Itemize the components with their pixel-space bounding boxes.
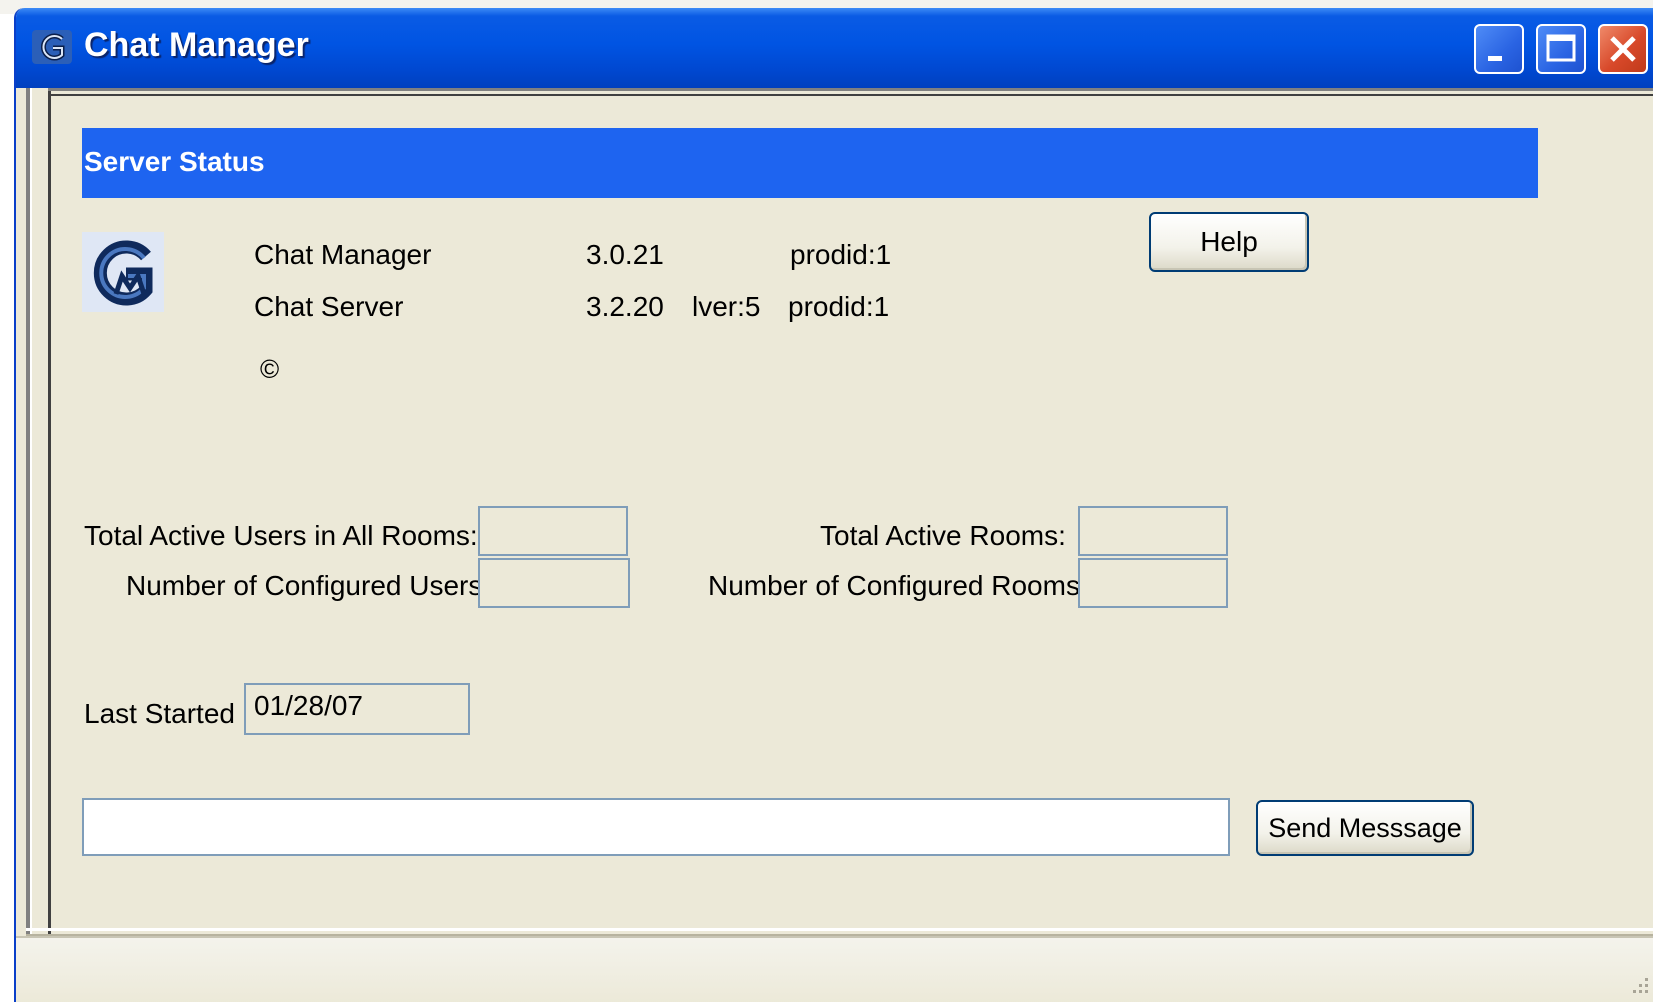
server-status-header: Server Status bbox=[82, 128, 1538, 198]
minimize-button[interactable] bbox=[1474, 24, 1524, 74]
product-name-chat-manager: Chat Manager bbox=[254, 239, 432, 270]
close-button[interactable] bbox=[1598, 24, 1648, 74]
frame-border-top bbox=[48, 88, 1653, 96]
product-prodid-chat-server: prodid:1 bbox=[788, 291, 890, 322]
configured-rooms-label: Number of Configured Rooms: bbox=[708, 570, 1088, 601]
resize-grip-icon[interactable] bbox=[1623, 972, 1651, 1000]
last-started-label: Last Started bbox=[84, 698, 235, 729]
configured-users-label: Number of Configured Users: bbox=[126, 570, 491, 601]
message-input[interactable] bbox=[82, 798, 1230, 856]
product-version-chat-server: 3.2.20 bbox=[586, 291, 664, 322]
chat-manager-window: Chat Manager Server Status Chat Manager … bbox=[14, 8, 1653, 1002]
chat-manager-logo-icon bbox=[32, 30, 72, 64]
frame-border-bottom bbox=[26, 928, 1653, 936]
configured-rooms-field[interactable] bbox=[1078, 558, 1228, 608]
status-bar bbox=[16, 936, 1653, 1002]
frame-border-left bbox=[26, 88, 51, 936]
product-lver-chat-server: lver:5 bbox=[692, 291, 761, 322]
configured-users-field[interactable] bbox=[478, 558, 630, 608]
product-logo-icon bbox=[82, 232, 164, 312]
server-status-title: Server Status bbox=[84, 146, 265, 177]
maximize-button[interactable] bbox=[1536, 24, 1586, 74]
total-active-rooms-label: Total Active Rooms: bbox=[820, 520, 1066, 551]
close-icon bbox=[1610, 36, 1636, 62]
title-bar[interactable]: Chat Manager bbox=[16, 8, 1653, 88]
total-active-users-field[interactable] bbox=[478, 506, 628, 556]
window-title: Chat Manager bbox=[84, 26, 309, 64]
product-version-chat-manager: 3.0.21 bbox=[586, 239, 664, 270]
total-active-users-label: Total Active Users in All Rooms: bbox=[84, 520, 478, 551]
minimize-icon bbox=[1488, 56, 1502, 61]
copyright-symbol: © bbox=[260, 354, 280, 384]
client-area: Server Status Chat Manager 3.0.21 prodid… bbox=[26, 88, 1653, 936]
maximize-icon bbox=[1546, 34, 1576, 62]
send-message-button[interactable]: Send Messsage bbox=[1256, 800, 1474, 856]
total-active-rooms-field[interactable] bbox=[1078, 506, 1228, 556]
last-started-field[interactable]: 01/28/07 bbox=[244, 683, 470, 735]
product-prodid-chat-manager: prodid:1 bbox=[790, 239, 892, 270]
product-name-chat-server: Chat Server bbox=[254, 291, 404, 322]
help-button[interactable]: Help bbox=[1149, 212, 1309, 272]
